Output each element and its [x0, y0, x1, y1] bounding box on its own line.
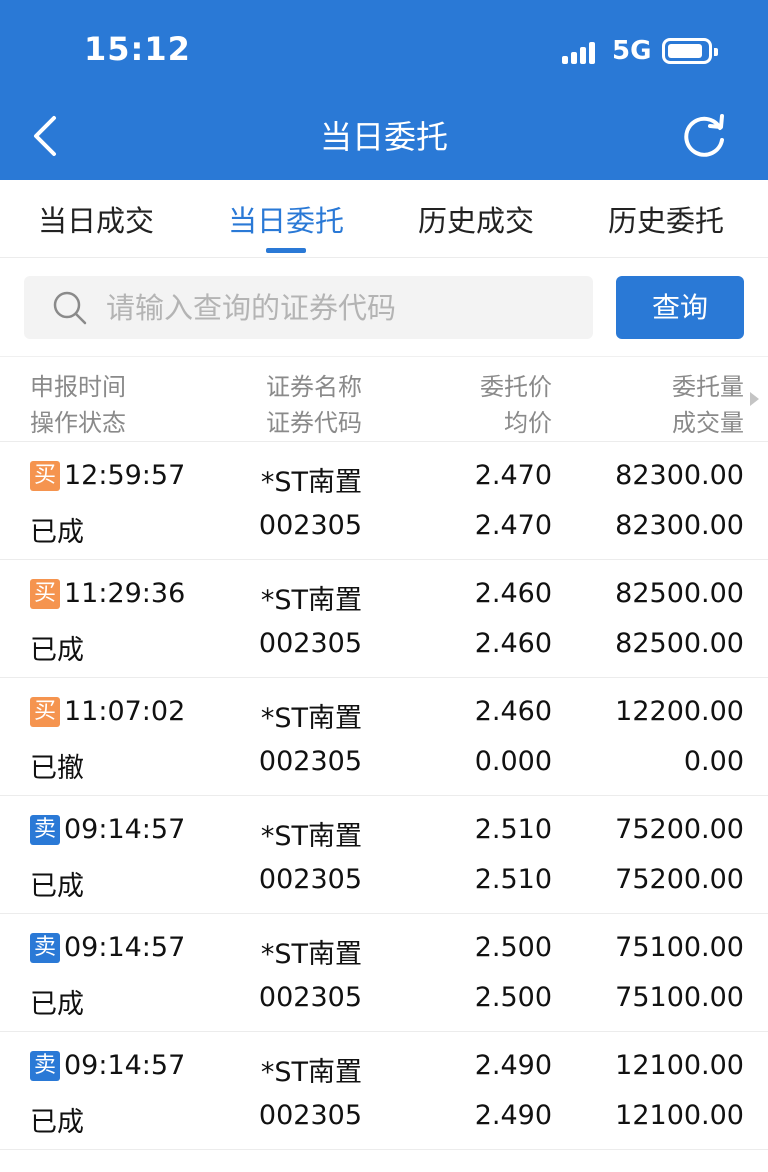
- side-badge: 买: [30, 460, 60, 491]
- row-time-cell: 卖 09:14:57: [30, 932, 185, 963]
- order-time: 09:14:57: [64, 1050, 186, 1081]
- tab-history-orders[interactable]: 历史委托: [608, 198, 724, 240]
- tab-today-deals[interactable]: 当日成交: [38, 198, 154, 240]
- order-qty: 82300.00: [615, 460, 744, 491]
- table-row[interactable]: 卖 09:14:57 已成 *ST南置 002305 2.490 2.490 1…: [0, 1032, 768, 1150]
- order-status: 已成: [30, 517, 84, 548]
- order-time: 09:14:57: [64, 932, 186, 963]
- col-header-code: 证券代码: [266, 409, 362, 437]
- order-qty: 75100.00: [615, 932, 744, 963]
- query-button[interactable]: 查询: [616, 276, 744, 339]
- order-qty: 12100.00: [615, 1050, 744, 1081]
- security-code: 002305: [258, 510, 362, 541]
- side-badge: 买: [30, 696, 60, 727]
- avg-price: 2.510: [474, 864, 552, 895]
- status-time: 15:12: [84, 30, 191, 68]
- page-title: 当日委托: [319, 118, 448, 156]
- side-badge: 卖: [30, 1050, 60, 1081]
- order-time: 11:07:02: [64, 696, 186, 727]
- row-time-cell: 卖 09:14:57: [30, 1050, 185, 1081]
- search-icon: [53, 291, 87, 325]
- col-header-avg: 均价: [504, 409, 552, 437]
- table-row[interactable]: 买 11:29:36 已成 *ST南置 002305 2.460 2.460 8…: [0, 560, 768, 678]
- tab-history-deals[interactable]: 历史成交: [418, 198, 534, 240]
- battery-icon: [662, 38, 718, 64]
- security-code: 002305: [258, 982, 362, 1013]
- table-row[interactable]: 卖 09:14:57 已成 *ST南置 002305 2.510 2.510 7…: [0, 796, 768, 914]
- row-time-cell: 卖 09:14:57: [30, 814, 185, 845]
- order-status: 已撤: [30, 753, 84, 784]
- tab-today-orders[interactable]: 当日委托: [228, 198, 344, 240]
- order-qty: 75200.00: [615, 814, 744, 845]
- network-label: 5G: [612, 36, 652, 66]
- refresh-icon: [684, 114, 724, 157]
- row-time-cell: 买 11:29:36: [30, 578, 185, 609]
- filled-qty: 12100.00: [615, 1100, 744, 1131]
- col-header-qty: 委托量: [672, 373, 744, 401]
- filled-qty: 82500.00: [615, 628, 744, 659]
- order-price: 2.460: [474, 696, 552, 727]
- row-time-cell: 买 11:07:02: [30, 696, 185, 727]
- side-badge: 买: [30, 578, 60, 609]
- order-price: 2.460: [474, 578, 552, 609]
- order-price: 2.500: [474, 932, 552, 963]
- security-name: *ST南置: [260, 467, 362, 498]
- filled-qty: 0.00: [683, 746, 744, 777]
- order-status: 已成: [30, 871, 84, 902]
- order-status: 已成: [30, 635, 84, 666]
- avg-price: 2.470: [474, 510, 552, 541]
- security-code: 002305: [258, 746, 362, 777]
- order-qty: 82500.00: [615, 578, 744, 609]
- order-status: 已成: [30, 1107, 84, 1138]
- security-name: *ST南置: [260, 703, 362, 734]
- refresh-button[interactable]: [676, 108, 732, 164]
- order-status: 已成: [30, 989, 84, 1020]
- scroll-right-icon[interactable]: [750, 392, 759, 406]
- row-time-cell: 买 12:59:57: [30, 460, 185, 491]
- col-header-time: 申报时间: [30, 373, 126, 401]
- tab-active-indicator: [266, 248, 306, 253]
- filled-qty: 82300.00: [615, 510, 744, 541]
- col-header-name: 证券名称: [266, 373, 362, 401]
- security-name: *ST南置: [260, 821, 362, 852]
- col-header-filled: 成交量: [672, 409, 744, 437]
- order-price: 2.470: [474, 460, 552, 491]
- security-code: 002305: [258, 628, 362, 659]
- order-time: 12:59:57: [64, 460, 186, 491]
- order-time: 09:14:57: [64, 814, 186, 845]
- security-code: 002305: [258, 1100, 362, 1131]
- order-price: 2.490: [474, 1050, 552, 1081]
- app-header: 15:12 5G 当日委托: [0, 0, 768, 180]
- avg-price: 2.490: [474, 1100, 552, 1131]
- table-header: 申报时间 操作状态 证券名称 证券代码 委托价 均价 委托量 成交量: [0, 356, 768, 442]
- table-row[interactable]: 买 11:07:02 已撤 *ST南置 002305 2.460 0.000 1…: [0, 678, 768, 796]
- col-header-price: 委托价: [480, 373, 552, 401]
- col-header-status: 操作状态: [30, 409, 126, 437]
- security-name: *ST南置: [260, 585, 362, 616]
- avg-price: 0.000: [474, 746, 552, 777]
- search-input[interactable]: [106, 276, 586, 339]
- filled-qty: 75100.00: [615, 982, 744, 1013]
- side-badge: 卖: [30, 932, 60, 963]
- tab-bar: 当日成交 当日委托 历史成交 历史委托: [0, 180, 768, 258]
- table-row[interactable]: 买 12:59:57 已成 *ST南置 002305 2.470 2.470 8…: [0, 442, 768, 560]
- security-code: 002305: [258, 864, 362, 895]
- table-row[interactable]: 卖 09:14:57 已成 *ST南置 002305 2.500 2.500 7…: [0, 914, 768, 1032]
- avg-price: 2.460: [474, 628, 552, 659]
- order-qty: 12200.00: [615, 696, 744, 727]
- security-name: *ST南置: [260, 1057, 362, 1088]
- security-name: *ST南置: [260, 939, 362, 970]
- order-time: 11:29:36: [64, 578, 186, 609]
- order-price: 2.510: [474, 814, 552, 845]
- signal-icon: [562, 38, 602, 64]
- avg-price: 2.500: [474, 982, 552, 1013]
- search-box: [24, 276, 593, 339]
- side-badge: 卖: [30, 814, 60, 845]
- filled-qty: 75200.00: [615, 864, 744, 895]
